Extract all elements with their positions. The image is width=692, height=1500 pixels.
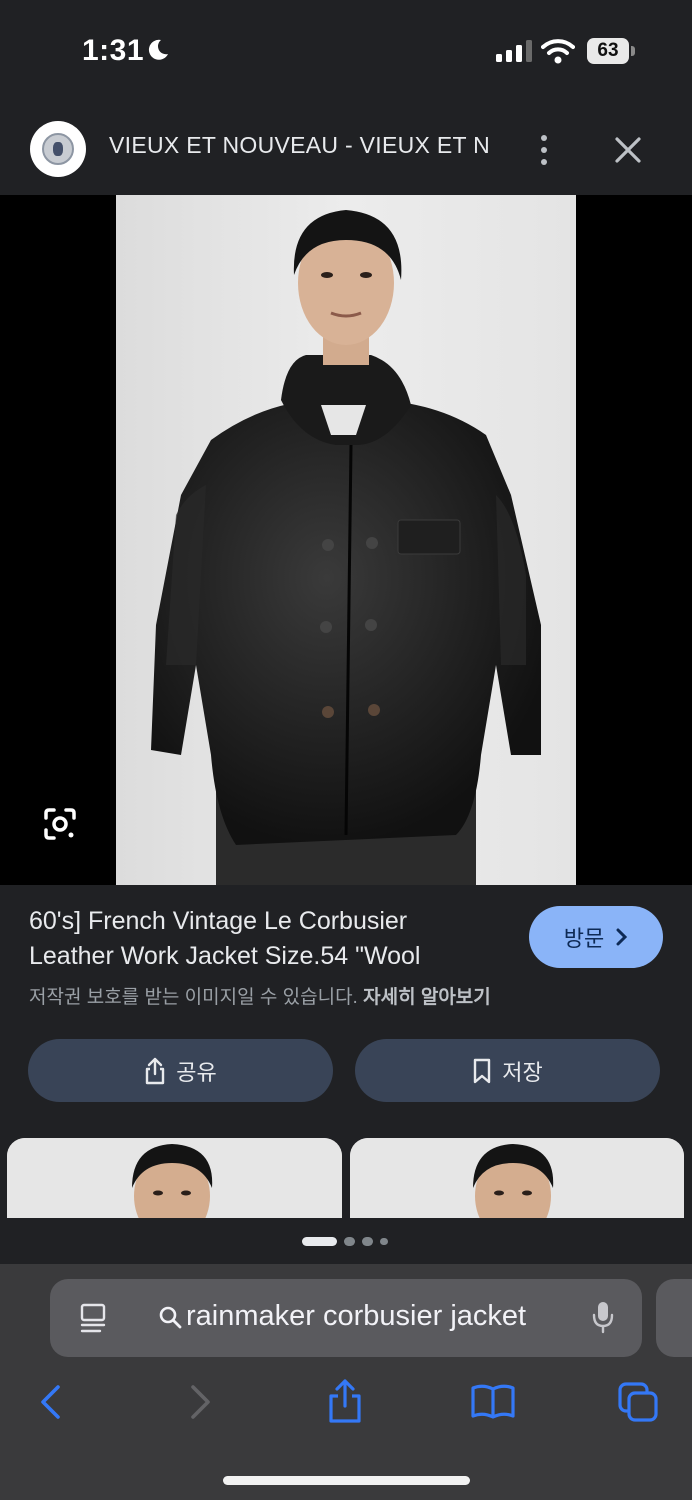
related-thumbnail	[350, 1138, 684, 1218]
visit-label: 방문	[563, 926, 605, 951]
back-icon[interactable]	[31, 1382, 71, 1422]
wifi-icon	[541, 39, 575, 64]
result-title-line1: 60's] French Vintage Le Corbusier	[29, 907, 408, 935]
bookmark-icon	[474, 1058, 491, 1083]
save-button[interactable]: 저장	[355, 1039, 660, 1102]
related-thumbnail	[7, 1138, 342, 1218]
chevron-right-icon	[616, 928, 628, 946]
site-logo[interactable]	[30, 121, 86, 177]
status-time: 1:31	[82, 34, 145, 67]
result-title-line2: Leather Work Jacket Size.54 "Wool	[29, 942, 421, 970]
related-image-card[interactable]	[7, 1138, 342, 1218]
related-image-card[interactable]	[350, 1138, 684, 1218]
page-indicator	[300, 1236, 400, 1248]
moon-icon	[148, 39, 168, 60]
close-icon[interactable]	[608, 130, 648, 170]
microphone-icon[interactable]	[592, 1300, 614, 1334]
bookmarks-icon[interactable]	[470, 1382, 516, 1422]
share-button[interactable]: 공유	[28, 1039, 333, 1102]
battery-level: 63	[597, 40, 619, 61]
share-label: 공유	[176, 1059, 217, 1085]
search-icon	[159, 1306, 182, 1329]
learn-more-link[interactable]: 자세히 알아보기	[363, 987, 491, 1008]
tabs-icon[interactable]	[618, 1382, 658, 1422]
signal-icon	[496, 40, 532, 62]
share-icon	[146, 1057, 165, 1084]
more-options-button[interactable]	[528, 128, 560, 172]
copyright-notice: 저작권 보호를 받는 이미지일 수 있습니다. 자세히 알아보기	[29, 982, 549, 1009]
battery-indicator: 63	[587, 38, 635, 64]
visit-button[interactable]: 방문	[529, 906, 663, 968]
share-icon[interactable]	[325, 1378, 365, 1424]
next-tab-address-bar[interactable]	[656, 1279, 692, 1357]
jacket-photo[interactable]	[116, 195, 576, 885]
search-query[interactable]: rainmaker corbusier jacket	[186, 1300, 526, 1333]
save-label: 저장	[502, 1059, 543, 1085]
forward-icon[interactable]	[180, 1382, 220, 1422]
site-title[interactable]: VIEUX ET NOUVEAU - VIEUX ET N···	[109, 132, 489, 159]
home-indicator	[223, 1476, 470, 1485]
page-menu-icon[interactable]	[78, 1302, 108, 1334]
copyright-text: 저작권 보호를 받는 이미지일 수 있습니다.	[29, 987, 358, 1008]
google-lens-icon[interactable]	[40, 804, 80, 844]
result-title[interactable]: 60's] French Vintage Le Corbusier Leathe…	[29, 904, 509, 974]
